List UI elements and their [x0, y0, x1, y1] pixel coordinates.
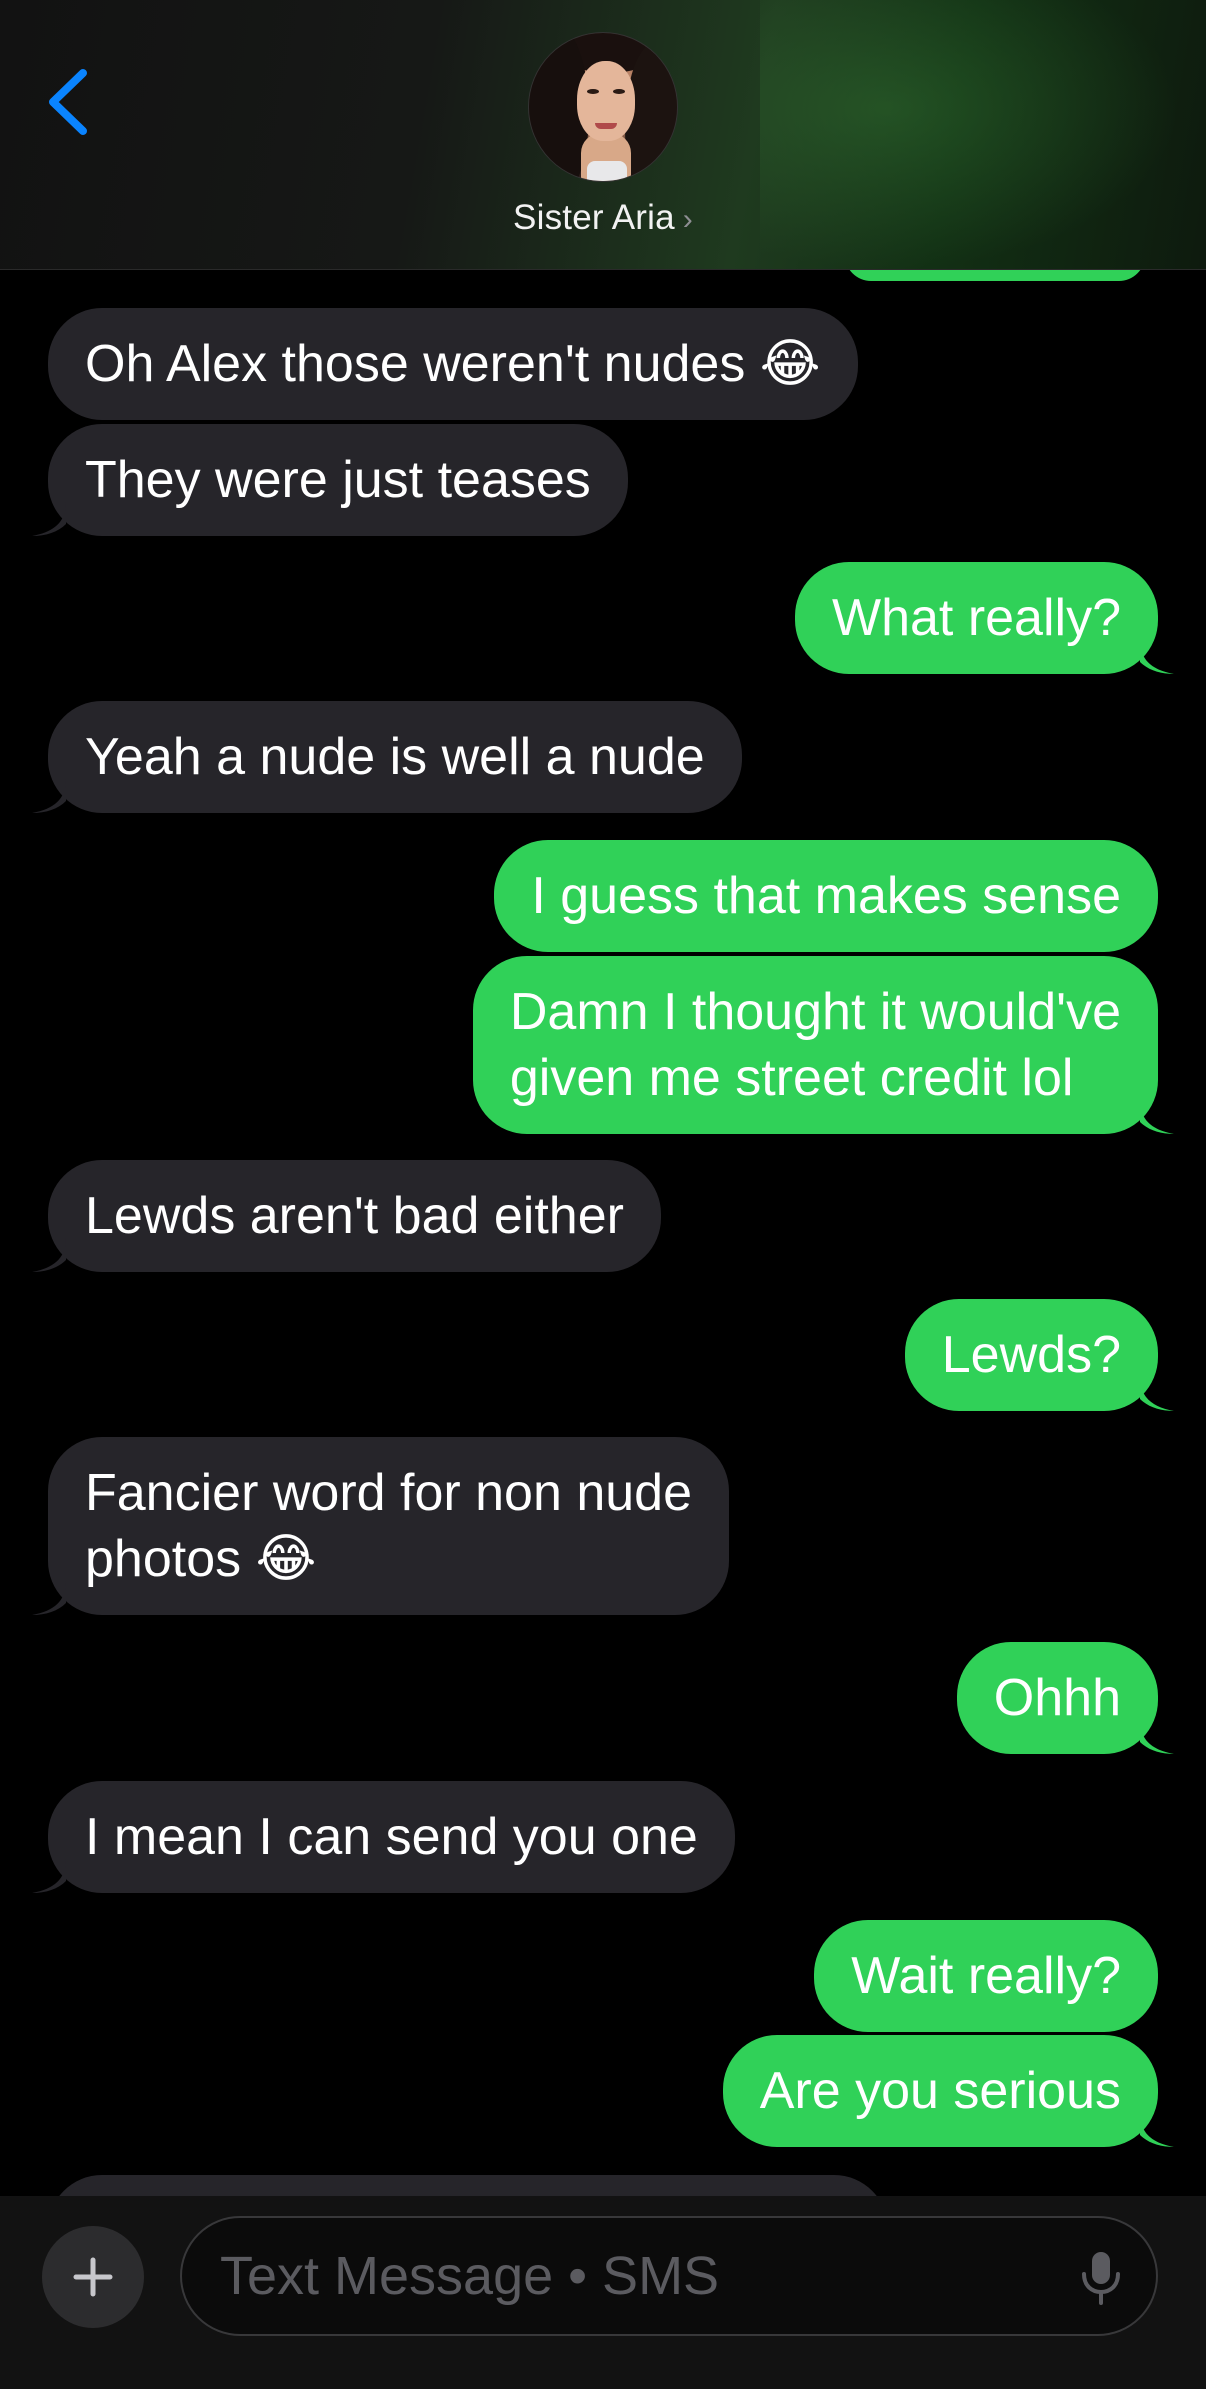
- partial-incoming-message: [48, 2175, 888, 2196]
- contact-avatar[interactable]: [528, 32, 678, 182]
- incoming-message[interactable]: I mean I can send you one: [32, 1781, 735, 1893]
- message-input-container[interactable]: [180, 2216, 1158, 2336]
- message-text: Are you serious: [759, 2062, 1121, 2120]
- incoming-message[interactable]: Fancier word for non nude photos 😂: [32, 1437, 730, 1615]
- incoming-message[interactable]: Oh Alex those weren't nudes 😂: [48, 308, 858, 420]
- message-composer: [0, 2196, 1206, 2389]
- apps-plus-button[interactable]: [42, 2226, 144, 2328]
- message-thread[interactable]: Oh Alex those weren't nudes 😂 They were …: [0, 270, 1206, 2196]
- message-text: Wait really?: [851, 1947, 1121, 2005]
- outgoing-message[interactable]: Damn I thought it would've given me stre…: [472, 956, 1174, 1134]
- message-text: They were just teases: [85, 451, 591, 509]
- chevron-left-icon: [49, 69, 87, 135]
- message-text: What really?: [832, 589, 1121, 647]
- outgoing-message[interactable]: Lewds?: [904, 1299, 1174, 1411]
- incoming-message[interactable]: They were just teases: [32, 424, 628, 536]
- message-text: Oh Alex those weren't nudes 😂: [85, 335, 821, 393]
- message-text: Lewds?: [941, 1326, 1121, 1384]
- message-input[interactable]: [220, 2218, 1040, 2334]
- message-text: Damn I thought it would've given me stre…: [509, 983, 1121, 1107]
- contact-name-button[interactable]: Sister Aria ›: [0, 198, 1206, 238]
- incoming-message[interactable]: Lewds aren't bad either: [32, 1160, 661, 1272]
- outgoing-message[interactable]: Are you serious: [722, 2035, 1174, 2147]
- message-text: Ohhh: [993, 1669, 1121, 1727]
- message-text: I guess that makes sense: [531, 867, 1121, 925]
- message-text: Fancier word for non nude photos 😂: [85, 1464, 693, 1588]
- conversation-header: Sister Aria ›: [0, 0, 1206, 270]
- back-button[interactable]: [38, 62, 98, 142]
- chevron-right-icon: ›: [682, 203, 693, 236]
- plus-icon: [73, 2257, 113, 2297]
- outgoing-message[interactable]: What really?: [795, 562, 1174, 674]
- microphone-icon: [1082, 2252, 1120, 2305]
- outgoing-message[interactable]: I guess that makes sense: [494, 840, 1158, 952]
- dictation-button[interactable]: [1076, 2250, 1126, 2306]
- message-text: I mean I can send you one: [85, 1808, 698, 1866]
- message-text: Yeah a nude is well a nude: [85, 728, 705, 786]
- contact-name: Sister Aria: [513, 198, 675, 237]
- message-text: Lewds aren't bad either: [85, 1187, 624, 1245]
- incoming-message[interactable]: Yeah a nude is well a nude: [32, 701, 742, 813]
- outgoing-message[interactable]: Ohhh: [956, 1642, 1174, 1754]
- outgoing-message[interactable]: Wait really?: [814, 1920, 1158, 2032]
